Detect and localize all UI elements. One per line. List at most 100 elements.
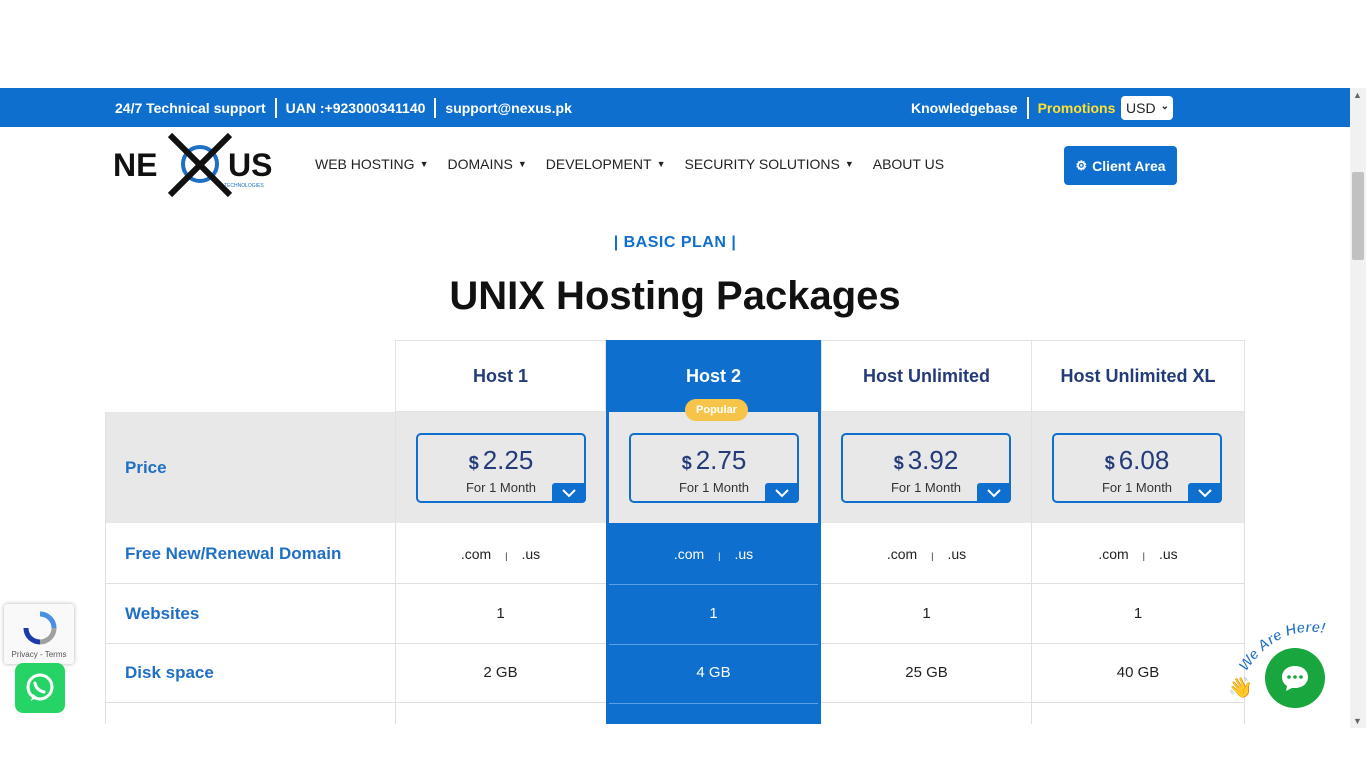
price-selector-host-unlimited-xl[interactable]: $6.08 For 1 Month bbox=[1052, 433, 1222, 503]
domain-tld: .us bbox=[734, 546, 754, 562]
websites-cell-host-1: 1 bbox=[496, 605, 505, 622]
divider bbox=[434, 97, 437, 118]
plan-header-host-unlimited-xl: Host Unlimited XL bbox=[1031, 340, 1245, 412]
currency-symbol: $ bbox=[893, 453, 904, 473]
section-eyebrow: | BASIC PLAN | bbox=[613, 234, 737, 251]
top-bar-contacts: 24/7 Technical support UAN :+92300034114… bbox=[115, 88, 572, 127]
nav-web-hosting[interactable]: WEB HOSTING ▼ bbox=[315, 156, 428, 172]
chevron-down-icon[interactable] bbox=[977, 483, 1011, 503]
main-nav: WEB HOSTING ▼ DOMAINS ▼ DEVELOPMENT ▼ SECUR… bbox=[315, 156, 963, 172]
domain-separator: | bbox=[505, 551, 508, 561]
nav-development[interactable]: DEVELOPMENT ▼ bbox=[546, 156, 666, 172]
chat-icon bbox=[1282, 666, 1308, 691]
price-amount: $3.92 bbox=[843, 445, 1009, 476]
price-selector-host-1[interactable]: $2.25 For 1 Month bbox=[416, 433, 586, 503]
promotions-link[interactable]: Promotions bbox=[1038, 100, 1116, 116]
websites-cell-host-unlimited-xl: 1 bbox=[1133, 605, 1143, 622]
price-value: 2.25 bbox=[482, 445, 534, 475]
disk-cell-host-unlimited-xl: 40 GB bbox=[1116, 664, 1160, 681]
support-text: 24/7 Technical support bbox=[115, 99, 266, 116]
plan-header-host-1: Host 1 bbox=[395, 340, 606, 412]
nav-security-solutions[interactable]: SECURITY SOLUTIONS ▼ bbox=[684, 156, 853, 172]
domain-tld: .com bbox=[886, 546, 918, 562]
chevron-down-icon[interactable] bbox=[552, 483, 586, 503]
divider bbox=[1026, 96, 1029, 119]
price-value: 3.92 bbox=[907, 445, 959, 475]
row-divider bbox=[609, 703, 818, 704]
price-amount: $6.08 bbox=[1054, 445, 1220, 476]
plan-header-host-unlimited: Host Unlimited bbox=[821, 340, 1032, 412]
websites-cell-host-unlimited: 1 bbox=[922, 605, 931, 622]
domain-tld: .com bbox=[460, 546, 492, 562]
domain-separator: | bbox=[1142, 551, 1145, 561]
page-title: UNIX Hosting Packages bbox=[449, 274, 901, 318]
whatsapp-button[interactable] bbox=[15, 663, 65, 713]
page-bottom-band bbox=[0, 724, 1350, 768]
scroll-down-icon[interactable]: ▼ bbox=[1353, 716, 1362, 726]
email-link[interactable]: support@nexus.pk bbox=[445, 100, 571, 116]
domain-tld: .com bbox=[1098, 546, 1129, 562]
chevron-down-icon[interactable] bbox=[1188, 483, 1222, 503]
chevron-down-icon: ⌄ bbox=[1160, 101, 1169, 112]
caret-down-icon: ▼ bbox=[844, 159, 854, 169]
price-amount: $2.25 bbox=[418, 445, 584, 476]
websites-cell-host-2: 1 bbox=[709, 605, 718, 622]
row-label-websites: Websites bbox=[125, 604, 200, 623]
top-bar-links: Knowledgebase Promotions bbox=[911, 88, 1115, 127]
domain-tld: .com bbox=[673, 546, 705, 562]
domain-separator: | bbox=[718, 551, 721, 561]
caret-down-icon: ▼ bbox=[517, 159, 527, 169]
row-divider bbox=[609, 644, 818, 645]
row-label-disk: Disk space bbox=[125, 663, 214, 682]
caret-down-icon: ▼ bbox=[419, 159, 429, 169]
nav-domains[interactable]: DOMAINS ▼ bbox=[447, 156, 526, 172]
scrollbar-thumb[interactable] bbox=[1352, 172, 1364, 260]
caret-down-icon: ▼ bbox=[656, 159, 666, 169]
price-selector-host-2[interactable]: $2.75 For 1 Month bbox=[629, 433, 799, 503]
currency-symbol: $ bbox=[468, 453, 479, 473]
disk-cell-host-unlimited: 25 GB bbox=[905, 664, 948, 681]
price-selector-host-unlimited[interactable]: $3.92 For 1 Month bbox=[841, 433, 1011, 503]
chat-button[interactable] bbox=[1265, 648, 1325, 708]
nav-about-us[interactable]: ABOUT US bbox=[873, 156, 944, 172]
uan-link[interactable]: UAN :+923000341140 bbox=[286, 100, 426, 116]
scroll-up-icon[interactable]: ▲ bbox=[1353, 90, 1362, 100]
popular-badge: Popular bbox=[685, 399, 748, 421]
gear-icon: ⚙ bbox=[1075, 157, 1088, 173]
recaptcha-icon bbox=[23, 611, 57, 645]
nav-label: WEB HOSTING bbox=[315, 156, 415, 172]
currency-symbol: $ bbox=[681, 453, 692, 473]
plan-name: Host Unlimited bbox=[862, 365, 990, 386]
row-divider bbox=[609, 584, 818, 585]
currency-symbol: $ bbox=[1104, 453, 1115, 473]
domain-tld: .us bbox=[521, 546, 541, 562]
nav-label: DEVELOPMENT bbox=[545, 156, 652, 172]
row-label-price: Price bbox=[125, 458, 167, 477]
plan-name: Host 2 bbox=[685, 365, 741, 386]
nexus-logo[interactable]: NE US TECHNOLOGIES bbox=[112, 133, 288, 197]
domain-cell-host-unlimited: .com | .us bbox=[821, 546, 1032, 562]
knowledgebase-link[interactable]: Knowledgebase bbox=[911, 100, 1018, 116]
domain-cell-host-2: .com | .us bbox=[608, 546, 819, 562]
logo-text-left: NE bbox=[113, 147, 157, 183]
disk-cell-host-2: 4 GB bbox=[696, 664, 731, 681]
plan-name: Host Unlimited XL bbox=[1060, 365, 1216, 386]
plan-name: Host 1 bbox=[472, 365, 528, 386]
client-area-button[interactable]: ⚙ Client Area bbox=[1064, 146, 1177, 185]
domain-tld: .us bbox=[1159, 546, 1178, 562]
domain-tld: .us bbox=[947, 546, 967, 562]
recaptcha-terms[interactable]: Privacy - Terms bbox=[4, 650, 74, 659]
row-label-domain: Free New/Renewal Domain bbox=[125, 544, 342, 563]
chevron-down-icon[interactable] bbox=[765, 483, 799, 503]
nav-label: ABOUT US bbox=[872, 156, 945, 172]
logo-subtext: TECHNOLOGIES bbox=[224, 183, 264, 189]
wave-hand-icon: 👋 bbox=[1228, 676, 1253, 699]
currency-select[interactable]: USD ⌄ bbox=[1121, 96, 1173, 120]
nav-label: SECURITY SOLUTIONS bbox=[684, 156, 840, 172]
recaptcha-badge[interactable]: Privacy - Terms bbox=[4, 604, 74, 664]
disk-cell-host-1: 2 GB bbox=[483, 664, 518, 681]
price-value: 6.08 bbox=[1118, 445, 1170, 475]
domain-cell-host-1: .com | .us bbox=[395, 546, 606, 562]
domain-cell-host-unlimited-xl: .com | .us bbox=[1031, 546, 1245, 562]
price-amount: $2.75 bbox=[631, 445, 797, 476]
